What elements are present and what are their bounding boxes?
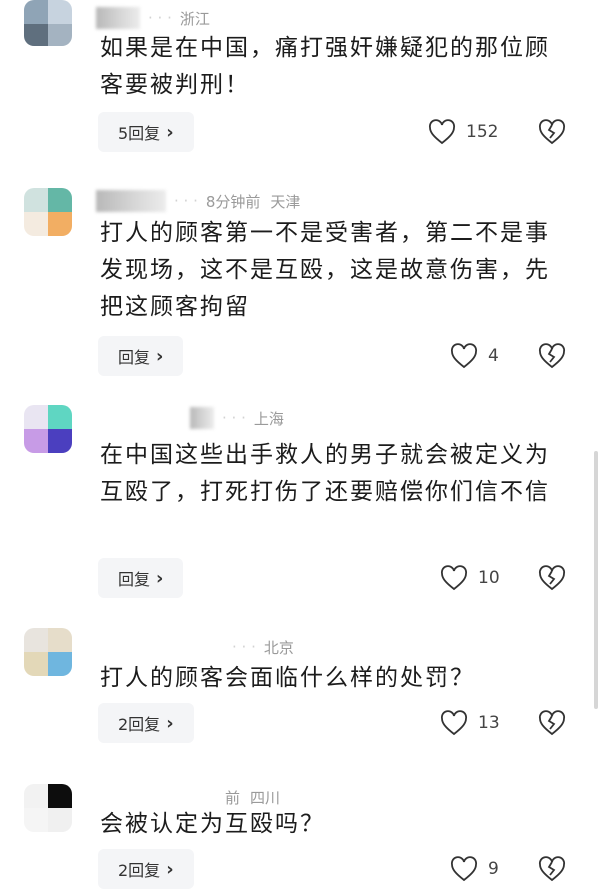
avatar-tile — [24, 429, 48, 453]
username-faint: · · · — [148, 9, 172, 27]
avatar-tile — [48, 784, 72, 808]
comment-time: 前 — [225, 788, 241, 807]
reply-button[interactable]: 回复 › — [98, 558, 184, 598]
comment-meta: · · · 8分钟前 天津 — [96, 188, 300, 214]
avatar-tile — [48, 0, 72, 24]
chevron-right-icon: › — [156, 567, 164, 589]
avatar-tile — [48, 808, 72, 832]
avatar[interactable] — [24, 188, 72, 236]
scrollbar[interactable] — [594, 451, 598, 709]
avatar-tile — [24, 212, 48, 236]
comment-location: 四川 — [250, 788, 281, 807]
avatar-tile — [48, 188, 72, 212]
like-count: 4 — [488, 346, 499, 366]
chevron-right-icon: › — [166, 858, 174, 880]
like-button[interactable]: 4 — [450, 336, 499, 376]
like-count: 13 — [478, 713, 500, 733]
broken-heart-icon[interactable] — [538, 118, 566, 146]
comment-text: 打人的顾客会面临什么样的处罚？ — [100, 665, 475, 691]
avatar-tile — [48, 429, 72, 453]
comment-text: 如果是在中国，痛打强奸嫌疑犯的那位顾客要被判刑！ — [100, 35, 550, 98]
reply-label: 回复 — [118, 570, 151, 589]
heart-icon — [451, 856, 477, 882]
reply-button[interactable]: 2回复 › — [98, 703, 194, 743]
comment-meta: · · · 上海 — [190, 405, 284, 431]
heart-icon — [441, 565, 467, 591]
broken-heart-icon[interactable] — [538, 855, 566, 883]
comment-meta: · · · 北京 — [232, 634, 294, 660]
avatar-tile — [24, 628, 48, 652]
avatar-tile — [48, 24, 72, 46]
username-faint: · · · — [232, 638, 256, 656]
broken-heart-icon[interactable] — [538, 709, 566, 737]
avatar-tile — [48, 628, 72, 652]
avatar-tile — [48, 405, 72, 429]
avatar[interactable] — [24, 628, 72, 676]
avatar-tile — [48, 652, 72, 676]
like-button[interactable]: 10 — [440, 558, 500, 598]
reply-button[interactable]: 回复 › — [98, 336, 184, 376]
reply-label: 2回复 — [118, 715, 161, 734]
heart-icon — [429, 119, 455, 145]
avatar-tile — [24, 24, 48, 46]
avatar-tile — [24, 808, 48, 832]
avatar[interactable] — [24, 784, 72, 832]
heart-icon — [451, 343, 477, 369]
like-button[interactable]: 13 — [440, 703, 500, 743]
comment-location: 天津 — [270, 192, 301, 211]
reply-label: 2回复 — [118, 861, 161, 880]
like-button[interactable]: 152 — [428, 112, 498, 152]
like-button[interactable]: 9 — [450, 849, 499, 889]
like-count: 10 — [478, 568, 500, 588]
avatar-tile — [24, 652, 48, 676]
reply-label: 回复 — [118, 348, 151, 367]
username-redacted[interactable] — [190, 407, 214, 429]
comment-location: 上海 — [253, 409, 284, 428]
heart-icon — [441, 710, 467, 736]
comment-text: 打人的顾客第一不是受害者，第二不是事发现场，这不是互殴，这是故意伤害，先把这顾客… — [100, 220, 550, 320]
like-count: 152 — [466, 122, 499, 142]
like-count: 9 — [488, 859, 499, 879]
avatar[interactable] — [24, 0, 72, 46]
username-faint: · · · — [222, 409, 246, 427]
avatar-tile — [24, 0, 48, 24]
comment-location: 浙江 — [179, 9, 210, 28]
comment-text: 在中国这些出手救人的男子就会被定义为互殴了，打死打伤了还要赔偿你们信不信 — [100, 442, 550, 505]
reply-button[interactable]: 2回复 › — [98, 849, 194, 889]
avatar-tile — [24, 405, 48, 429]
reply-label: 5回复 — [118, 124, 161, 143]
avatar[interactable] — [24, 405, 72, 453]
broken-heart-icon[interactable] — [538, 342, 566, 370]
comment-time: 8分钟前 — [205, 192, 261, 211]
chevron-right-icon: › — [166, 712, 174, 734]
comment-location: 北京 — [263, 638, 294, 657]
avatar-tile — [48, 212, 72, 236]
username-redacted[interactable] — [96, 7, 140, 29]
reply-button[interactable]: 5回复 › — [98, 112, 194, 152]
avatar-tile — [24, 188, 48, 212]
username-faint: · · · — [174, 192, 198, 210]
chevron-right-icon: › — [166, 121, 174, 143]
avatar-tile — [24, 784, 48, 808]
comment-text: 会被认定为互殴吗？ — [100, 811, 325, 837]
username-redacted[interactable] — [96, 190, 166, 212]
chevron-right-icon: › — [156, 345, 164, 367]
broken-heart-icon[interactable] — [538, 564, 566, 592]
comment-meta: · · · 浙江 — [96, 5, 210, 31]
